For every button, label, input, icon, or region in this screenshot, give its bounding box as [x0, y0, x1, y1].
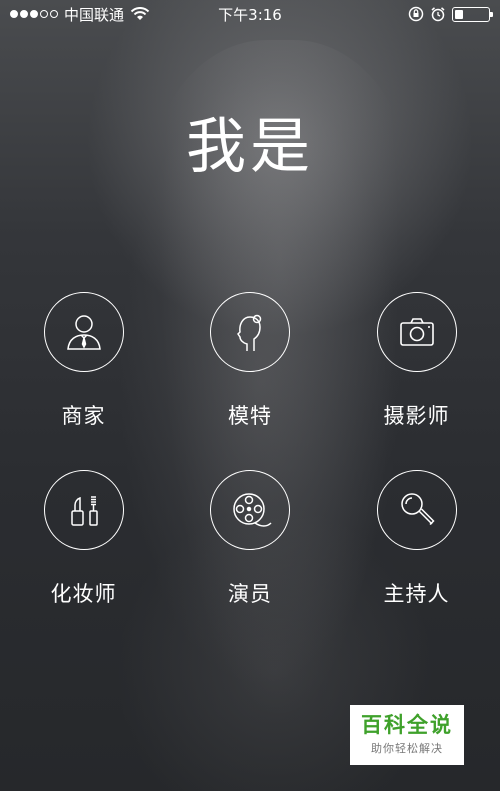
signal-strength-icon — [10, 10, 58, 18]
battery-fill — [455, 9, 463, 19]
wifi-icon — [130, 7, 150, 20]
status-bar: 中国联通 下午3:16 — [0, 0, 500, 28]
rotation-lock-icon — [408, 6, 424, 22]
signal-dot — [50, 10, 58, 18]
watermark-logo: 百科全说 助你轻松解决 — [350, 705, 464, 765]
model-icon — [210, 292, 290, 372]
status-left: 中国联通 — [10, 4, 150, 25]
role-merchant-button[interactable]: 商家 — [0, 292, 167, 430]
page-title: 我是 — [186, 112, 314, 182]
role-label: 化妆师 — [50, 582, 117, 606]
role-label: 主持人 — [383, 582, 450, 606]
film-reel-icon — [210, 470, 290, 550]
merchant-icon — [43, 292, 124, 372]
watermark-subtitle: 助你轻松解决 — [371, 742, 443, 756]
alarm-clock-icon — [431, 7, 445, 22]
signal-dot — [20, 10, 28, 18]
watermark-title: 百科全说 — [361, 712, 453, 737]
signal-dot — [30, 10, 38, 18]
camera-icon — [376, 292, 457, 372]
battery-icon — [452, 6, 493, 22]
role-makeup-artist-button[interactable]: 化妆师 — [0, 470, 167, 608]
status-right — [408, 6, 493, 22]
role-model-button[interactable]: 模特 — [167, 292, 333, 430]
carrier-name: 中国联通 — [64, 5, 125, 24]
signal-dot — [40, 10, 48, 18]
role-label: 模特 — [228, 404, 272, 428]
role-label: 摄影师 — [383, 404, 450, 428]
microphone-icon — [376, 470, 457, 550]
signal-dot — [10, 10, 18, 18]
makeup-icon — [43, 470, 124, 550]
role-actor-button[interactable]: 演员 — [167, 470, 333, 608]
role-host-button[interactable]: 主持人 — [333, 470, 500, 608]
role-photographer-button[interactable]: 摄影师 — [333, 292, 500, 430]
role-grid: 商家 模特 摄影师 化妆师 演员 主持人 — [0, 292, 500, 608]
screen: 中国联通 下午3:16 我是 商家 模特 摄影师 化妆师 演员 主持人 百科全说… — [0, 0, 500, 791]
role-label: 演员 — [228, 582, 272, 606]
role-label: 商家 — [61, 404, 106, 428]
